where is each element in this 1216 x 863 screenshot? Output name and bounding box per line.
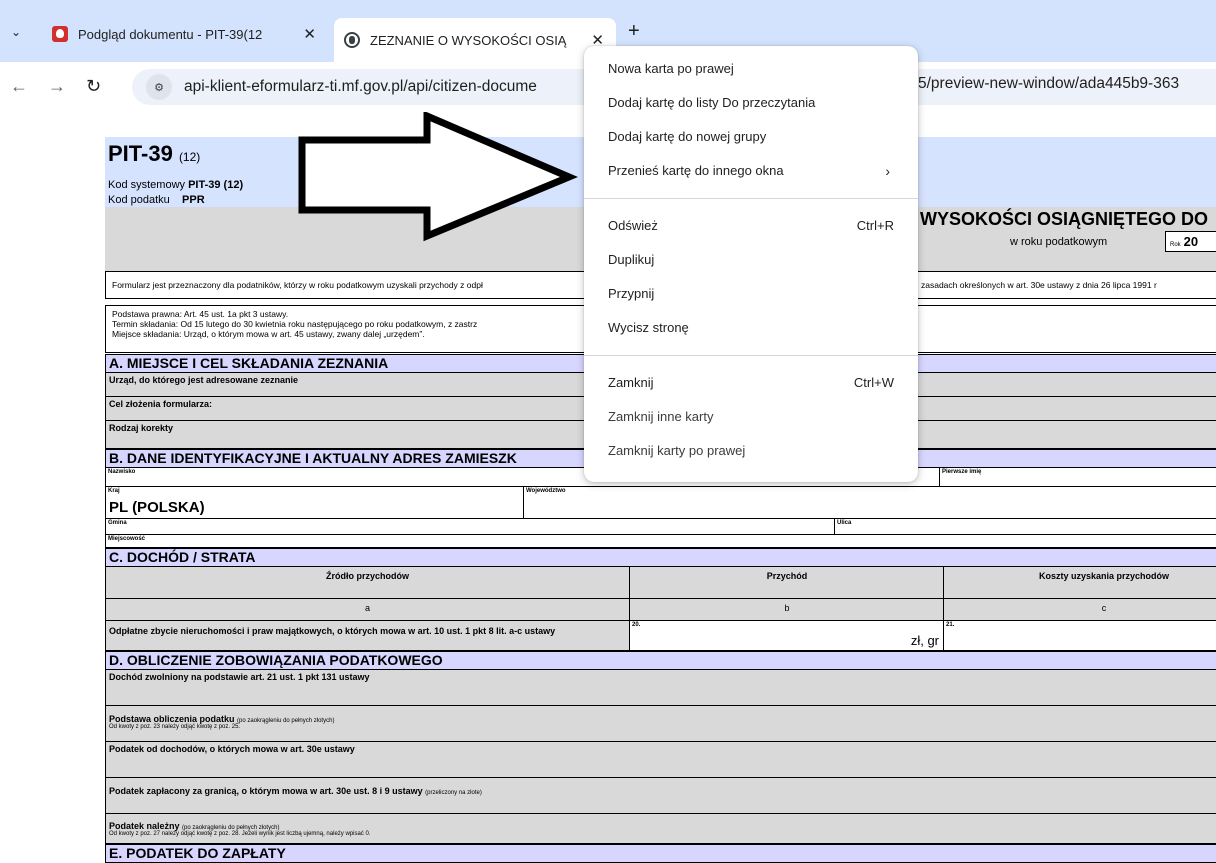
reload-icon[interactable]: ↻ (86, 76, 101, 97)
address-text: api-klient-eformularz-ti.mf.gov.pl/api/c… (184, 78, 537, 95)
shortcut-label: Ctrl+W (853, 375, 894, 390)
menu-separator (584, 355, 918, 356)
field-gmina[interactable]: Gmina Ulica (105, 519, 1216, 535)
c-header-row: Źródło przychodów Przychód Koszty uzyska… (105, 567, 1216, 599)
c-letter-row: a b c (105, 599, 1216, 621)
new-tab-button[interactable]: + (628, 20, 640, 43)
menu-item-pin[interactable]: Przypnij (584, 277, 918, 311)
annotation-arrow-icon (298, 112, 578, 242)
d-row-podstawa-obliczenia[interactable]: Podstawa obliczenia podatku (po zaokrągl… (105, 706, 1216, 742)
tab-zeznanie[interactable]: ZEZNANIE O WYSOKOŚCI OSIĄ ✕ (334, 18, 616, 62)
field-poz-20[interactable]: 20. zł, gr (629, 621, 943, 650)
d-row-dochod-zwolniony[interactable]: Dochód zwolniony na podstawie art. 21 us… (105, 670, 1216, 706)
close-icon[interactable]: ✕ (303, 25, 316, 43)
c-data-row: Odpłatne zbycie nieruchomości i praw maj… (105, 621, 1216, 651)
tab-search-button[interactable]: ⌄ (4, 20, 28, 44)
chevron-right-icon: › (885, 163, 890, 179)
menu-item-duplicate[interactable]: Duplikuj (584, 243, 918, 277)
plus-icon: + (628, 20, 640, 42)
tax-year-field[interactable]: Rok 20 (1165, 231, 1216, 252)
site-info-icon[interactable]: ⚙ (146, 74, 172, 100)
menu-separator (584, 198, 918, 199)
d-row-podatek-od-dochodow[interactable]: Podatek od dochodów, o których mowa w ar… (105, 742, 1216, 778)
menu-item-add-new-group[interactable]: Dodaj kartę do nowej grupy (584, 120, 918, 154)
tab-podglad-dokumentu[interactable]: Podgląd dokumentu - PIT-39(12 ✕ (42, 18, 328, 50)
chevron-down-icon: ⌄ (10, 25, 22, 39)
back-icon[interactable]: ← (10, 76, 28, 97)
field-kraj[interactable]: Kraj PL (POLSKA) Województwo (105, 487, 1216, 519)
shortcut-label: Ctrl+R (856, 218, 894, 233)
section-c-header: C. DOCHÓD / STRATA (105, 548, 1216, 567)
tab-title: Podgląd dokumentu - PIT-39(12 (78, 26, 263, 42)
menu-item-move-to-window[interactable]: Przenieś kartę do innego okna › (584, 154, 918, 188)
menu-item-add-reading-list[interactable]: Dodaj kartę do listy Do przeczytania (584, 86, 918, 120)
menu-item-close-other-tabs[interactable]: Zamknij inne karty (584, 400, 918, 434)
address-text-tail: 5/preview-new-window/ada445b9-363 (918, 75, 1180, 92)
form-title: WYSOKOŚCI OSIĄGNIĘTEGO DO (920, 209, 1209, 229)
d-row-podatek-nalezny[interactable]: Podatek należny (po zaokrągleniu do pełn… (105, 814, 1216, 844)
tab-context-menu: Nowa karta po prawej Dodaj kartę do list… (584, 46, 918, 482)
menu-item-close[interactable]: Zamknij Ctrl+W (584, 366, 918, 400)
kod-systemowy: Kod systemowy PIT-39 (12) (108, 179, 244, 191)
menu-item-close-tabs-right[interactable]: Zamknij karty po prawej (584, 434, 918, 468)
menu-item-mute-site[interactable]: Wycisz stronę (584, 311, 918, 345)
kod-podatku: Kod podatku PPR (108, 194, 205, 206)
section-d-header: D. OBLICZENIE ZOBOWIĄZANIA PODATKOWEGO (105, 651, 1216, 670)
field-poz-21[interactable]: 21. (943, 621, 1216, 650)
menu-item-new-tab-right[interactable]: Nowa karta po prawej (584, 52, 918, 86)
field-ulica[interactable]: Ulica (834, 519, 1216, 534)
form-version: (12) (178, 150, 201, 164)
forward-icon[interactable]: → (48, 76, 66, 97)
globe-icon (344, 32, 360, 48)
tax-year-label: w roku podatkowym (1010, 236, 1108, 248)
pl-emblem-icon (52, 26, 68, 42)
menu-item-reload[interactable]: Odśwież Ctrl+R (584, 209, 918, 243)
tab-title: ZEZNANIE O WYSOKOŚCI OSIĄ (370, 32, 567, 48)
d-row-podatek-za-granica[interactable]: Podatek zapłacony za granicą, o którym m… (105, 778, 1216, 814)
form-code: PIT-39 (12) (108, 141, 201, 166)
field-miejscowosc[interactable]: Miejscowość (105, 535, 1216, 548)
field-wojewodztwo[interactable]: Województwo (523, 487, 1216, 518)
field-pierwsze-imie[interactable]: Pierwsze imię (939, 468, 1216, 486)
section-e-header: E. PODATEK DO ZAPŁATY (105, 844, 1216, 863)
